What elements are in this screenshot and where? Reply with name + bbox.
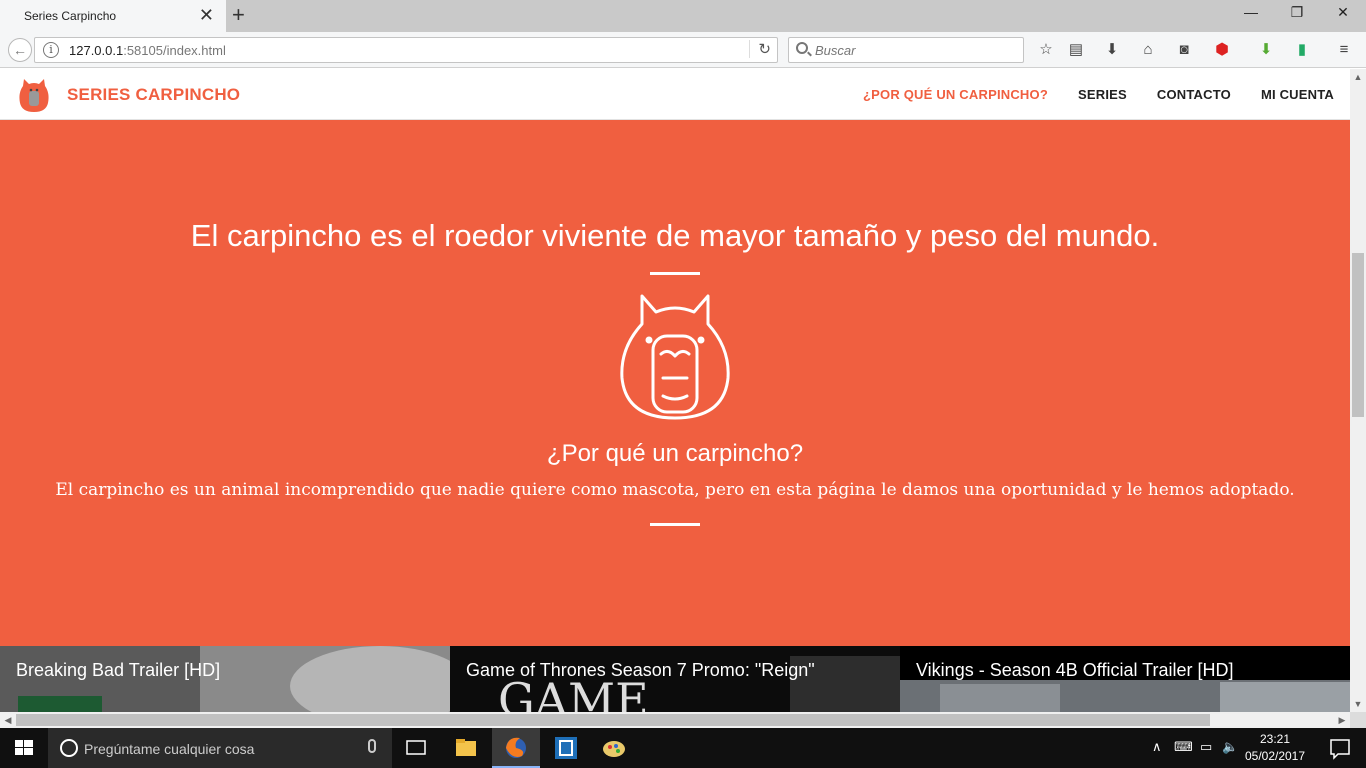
menu-item-contacto[interactable]: CONTACTO xyxy=(1157,87,1231,102)
url-bar[interactable]: i 127.0.0.1:58105/index.html ↻ xyxy=(34,37,778,63)
system-clock[interactable]: 23:21 05/02/2017 xyxy=(1240,731,1310,765)
minimize-button[interactable]: — xyxy=(1228,4,1274,20)
scroll-thumb[interactable] xyxy=(1352,253,1364,417)
app-icon[interactable] xyxy=(542,728,590,768)
scroll-thumb-horizontal[interactable] xyxy=(16,714,1210,726)
clock-date: 05/02/2017 xyxy=(1244,749,1306,763)
extension-icon[interactable]: ▮ xyxy=(1290,40,1314,60)
reading-list-icon[interactable]: ▤ xyxy=(1064,40,1088,60)
menu-hamburger-icon[interactable]: ≡ xyxy=(1332,40,1356,60)
scroll-right-icon[interactable]: ▶ xyxy=(1334,712,1350,728)
cortana-placeholder: Pregúntame cualquier cosa xyxy=(84,741,255,757)
tab-close-icon[interactable]: ✕ xyxy=(199,6,214,24)
file-explorer-icon[interactable] xyxy=(442,728,490,768)
task-view-icon[interactable] xyxy=(392,728,440,768)
scroll-left-icon[interactable]: ◀ xyxy=(0,712,16,728)
video-title[interactable]: Game of Thrones Season 7 Promo: "Reign" xyxy=(466,660,815,681)
volume-icon[interactable]: 🔈 xyxy=(1222,739,1238,755)
new-tab-button[interactable]: + xyxy=(232,3,245,27)
bookmark-star-icon[interactable]: ☆ xyxy=(1034,40,1058,60)
url-text[interactable]: 127.0.0.1:58105/index.html xyxy=(69,43,226,58)
tab-title: Series Carpincho xyxy=(24,9,117,23)
hero-divider-bottom xyxy=(650,523,700,526)
adblock-icon[interactable]: ⬢ xyxy=(1210,40,1234,60)
pocket-icon[interactable]: ◙ xyxy=(1172,40,1196,60)
scroll-up-icon[interactable]: ▲ xyxy=(1350,69,1366,85)
show-hidden-icons[interactable]: ∧ xyxy=(1152,739,1162,755)
scroll-down-icon[interactable]: ▼ xyxy=(1350,696,1366,712)
back-arrow-icon[interactable]: ← xyxy=(8,38,32,62)
browser-nav-bar: ← i 127.0.0.1:58105/index.html ↻ Buscar xyxy=(0,32,1366,68)
search-icon xyxy=(796,42,808,54)
info-icon[interactable]: i xyxy=(43,42,59,58)
hero-divider-top xyxy=(650,272,700,275)
site-header: SERIES CARPINCHO ¿POR QUÉ UN CARPINCHO? … xyxy=(0,69,1350,120)
menu-item-por-que[interactable]: ¿POR QUÉ UN CARPINCHO? xyxy=(863,87,1048,102)
hero-text: El carpincho es un animal incomprendido … xyxy=(55,480,1295,500)
notifications-icon[interactable] xyxy=(1316,728,1364,768)
video-card[interactable]: Breaking Bad Trailer [HD] xyxy=(0,646,450,712)
main-menu: ¿POR QUÉ UN CARPINCHO? SERIES CONTACTO M… xyxy=(863,87,1334,102)
video-title[interactable]: Breaking Bad Trailer [HD] xyxy=(16,660,220,681)
video-card[interactable]: GAME Game of Thrones Season 7 Promo: "Re… xyxy=(450,646,900,712)
microphone-icon[interactable] xyxy=(368,739,376,753)
hero-headline: El carpincho es el roedor viviente de ma… xyxy=(190,218,1160,253)
reload-icon[interactable]: ↻ xyxy=(749,40,771,58)
capybara-icon xyxy=(620,294,730,420)
paint-icon[interactable] xyxy=(590,728,638,768)
video-strip: Breaking Bad Trailer [HD] GAME Game of T… xyxy=(0,646,1350,712)
horizontal-scrollbar[interactable]: ◀ ▶ xyxy=(0,712,1350,728)
close-window-button[interactable]: ✕ xyxy=(1320,4,1366,21)
hero-section: El carpincho es el roedor viviente de ma… xyxy=(0,120,1350,646)
windows-start-icon[interactable] xyxy=(0,728,48,768)
downloader-icon[interactable]: ⬇ xyxy=(1254,40,1278,60)
search-placeholder: Buscar xyxy=(815,43,856,58)
hero-subtitle: ¿Por qué un carpincho? xyxy=(546,440,804,467)
home-icon[interactable]: ⌂ xyxy=(1136,40,1160,60)
input-method-icon[interactable]: ⌨ xyxy=(1174,739,1193,755)
restore-button[interactable]: ❐ xyxy=(1274,4,1320,21)
menu-item-series[interactable]: SERIES xyxy=(1078,87,1127,102)
menu-item-mi-cuenta[interactable]: MI CUENTA xyxy=(1261,87,1334,102)
cortana-icon xyxy=(60,739,78,757)
network-icon[interactable]: ▭ xyxy=(1200,739,1212,755)
scrollbar-corner xyxy=(1350,712,1366,728)
capybara-logo-icon[interactable] xyxy=(18,77,50,113)
cortana-search-input[interactable]: Pregúntame cualquier cosa xyxy=(48,728,392,768)
taskbar: Pregúntame cualquier cosa ∧ ⌨ ▭ 🔈 23:21 … xyxy=(0,728,1366,768)
search-input[interactable]: Buscar xyxy=(788,37,1024,63)
firefox-icon[interactable] xyxy=(492,728,540,768)
vertical-scrollbar[interactable]: ▲ ▼ xyxy=(1350,69,1366,712)
page-viewport: SERIES CARPINCHO ¿POR QUÉ UN CARPINCHO? … xyxy=(0,69,1350,712)
download-icon[interactable]: ⬇ xyxy=(1100,40,1124,60)
browser-tab[interactable]: Series Carpincho ✕ xyxy=(0,0,226,32)
video-card[interactable]: Vikings - Season 4B Official Trailer [HD… xyxy=(900,646,1350,712)
clock-time: 23:21 xyxy=(1259,732,1291,746)
browser-tab-bar: Series Carpincho ✕ + — ❐ ✕ xyxy=(0,0,1366,32)
video-title[interactable]: Vikings - Season 4B Official Trailer [HD… xyxy=(916,660,1233,681)
site-brand[interactable]: SERIES CARPINCHO xyxy=(67,85,240,105)
